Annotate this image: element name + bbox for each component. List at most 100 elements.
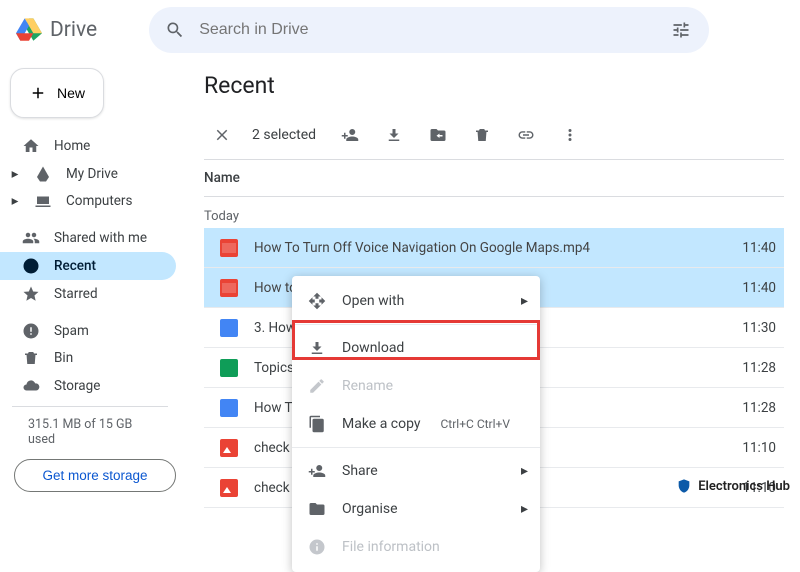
- link-button[interactable]: [510, 119, 542, 151]
- copy-icon: [308, 415, 326, 433]
- info-icon: [308, 538, 326, 556]
- clear-selection-button[interactable]: [204, 117, 240, 153]
- search-icon: [165, 20, 185, 40]
- folder-icon: [308, 500, 326, 518]
- new-button[interactable]: New: [10, 68, 104, 118]
- rename-icon: [308, 377, 326, 395]
- search-bar[interactable]: [149, 7, 709, 53]
- star-icon: [22, 285, 40, 303]
- ctx-organise[interactable]: Organise ▸: [292, 490, 540, 528]
- chevron-right-icon: ▸: [10, 169, 20, 179]
- home-icon: [22, 137, 40, 155]
- sidebar-item-starred[interactable]: Starred: [0, 280, 176, 308]
- page-title: Recent: [204, 72, 784, 99]
- open-with-icon: [308, 292, 326, 310]
- people-icon: [22, 229, 40, 247]
- more-vert-icon: [561, 126, 579, 144]
- selection-toolbar: 2 selected: [204, 115, 784, 155]
- ctx-label: Organise: [342, 501, 398, 517]
- doc-icon: [220, 399, 238, 417]
- drive-small-icon: [34, 165, 52, 183]
- sidebar-item-label: Recent: [54, 258, 96, 274]
- chevron-right-icon: ▸: [521, 463, 528, 479]
- sidebar-item-label: Storage: [54, 378, 100, 394]
- spam-icon: [22, 322, 40, 340]
- ctx-label: Share: [342, 463, 378, 479]
- trash-icon: [22, 349, 40, 367]
- ctx-label: Make a copy: [342, 416, 421, 432]
- sidebar-item-label: Home: [54, 138, 90, 154]
- sidebar-item-label: Computers: [66, 193, 132, 209]
- sidebar-item-computers[interactable]: ▸ Computers: [0, 187, 176, 215]
- ctx-shortcut: Ctrl+C Ctrl+V: [441, 417, 511, 431]
- file-time: 11:28: [724, 360, 784, 376]
- sidebar-item-shared[interactable]: Shared with me: [0, 224, 176, 252]
- folder-move-icon: [429, 126, 447, 144]
- sidebar-item-label: Shared with me: [54, 230, 147, 246]
- watermark: Electronics Hub: [676, 478, 790, 494]
- plus-icon: [29, 82, 47, 104]
- get-more-storage-button[interactable]: Get more storage: [14, 459, 176, 492]
- link-icon: [517, 126, 535, 144]
- cloud-icon: [22, 377, 40, 395]
- video-icon: [220, 279, 238, 297]
- more-button[interactable]: [554, 119, 586, 151]
- trash-icon: [473, 126, 491, 144]
- chevron-right-icon: ▸: [10, 196, 20, 206]
- sidebar-item-storage[interactable]: Storage: [0, 372, 176, 400]
- sheet-icon: [220, 359, 238, 377]
- file-time: 11:30: [724, 320, 784, 336]
- sidebar-item-label: Bin: [54, 350, 73, 366]
- search-input[interactable]: [199, 21, 655, 39]
- column-header-name[interactable]: Name: [204, 159, 784, 197]
- download-icon: [308, 339, 326, 357]
- image-icon: [220, 479, 238, 497]
- ctx-label: Rename: [342, 378, 393, 394]
- move-button[interactable]: [422, 119, 454, 151]
- sidebar-item-home[interactable]: Home: [0, 132, 176, 160]
- sidebar-item-bin[interactable]: Bin: [0, 345, 176, 373]
- ctx-download[interactable]: Download: [292, 329, 540, 367]
- drive-icon: [16, 17, 42, 43]
- file-row[interactable]: How To Turn Off Voice Navigation On Goog…: [204, 228, 784, 268]
- file-time: 11:28: [724, 400, 784, 416]
- doc-icon: [220, 319, 238, 337]
- brand-text: Drive: [50, 18, 97, 42]
- sidebar-item-mydrive[interactable]: ▸ My Drive: [0, 160, 176, 188]
- download-button[interactable]: [378, 119, 410, 151]
- drive-logo[interactable]: Drive: [16, 17, 97, 43]
- video-icon: [220, 239, 238, 257]
- ctx-label: Open with: [342, 293, 404, 309]
- sidebar-item-label: Starred: [54, 286, 98, 302]
- chevron-right-icon: ▸: [521, 501, 528, 517]
- file-time: 11:40: [724, 280, 784, 296]
- sidebar: New Home ▸ My Drive ▸ Computers Shared w…: [0, 60, 188, 500]
- sidebar-item-label: Spam: [54, 323, 89, 339]
- context-menu: Open with ▸ Download Rename Make a copy …: [292, 276, 540, 572]
- share-button[interactable]: [334, 119, 366, 151]
- ctx-label: File information: [342, 539, 440, 555]
- sidebar-item-recent[interactable]: Recent: [0, 252, 176, 280]
- ctx-open-with[interactable]: Open with ▸: [292, 282, 540, 320]
- ctx-rename: Rename: [292, 367, 540, 405]
- devices-icon: [34, 192, 52, 210]
- download-icon: [385, 126, 403, 144]
- person-add-icon: [308, 462, 326, 480]
- chevron-right-icon: ▸: [521, 293, 528, 309]
- selected-count: 2 selected: [252, 127, 316, 143]
- ctx-make-copy[interactable]: Make a copy Ctrl+C Ctrl+V: [292, 405, 540, 443]
- person-add-icon: [341, 126, 359, 144]
- new-label: New: [57, 85, 85, 101]
- group-today: Today: [204, 197, 784, 228]
- image-icon: [220, 439, 238, 457]
- clock-icon: [22, 257, 40, 275]
- sidebar-item-spam[interactable]: Spam: [0, 317, 176, 345]
- file-name: How To Turn Off Voice Navigation On Goog…: [254, 240, 708, 256]
- tune-icon[interactable]: [669, 20, 693, 40]
- sidebar-item-label: My Drive: [66, 166, 118, 182]
- storage-usage: 315.1 MB of 15 GB used: [12, 406, 168, 447]
- delete-button[interactable]: [466, 119, 498, 151]
- file-time: 11:40: [724, 240, 784, 256]
- ctx-share[interactable]: Share ▸: [292, 452, 540, 490]
- ctx-file-info: File information: [292, 528, 540, 566]
